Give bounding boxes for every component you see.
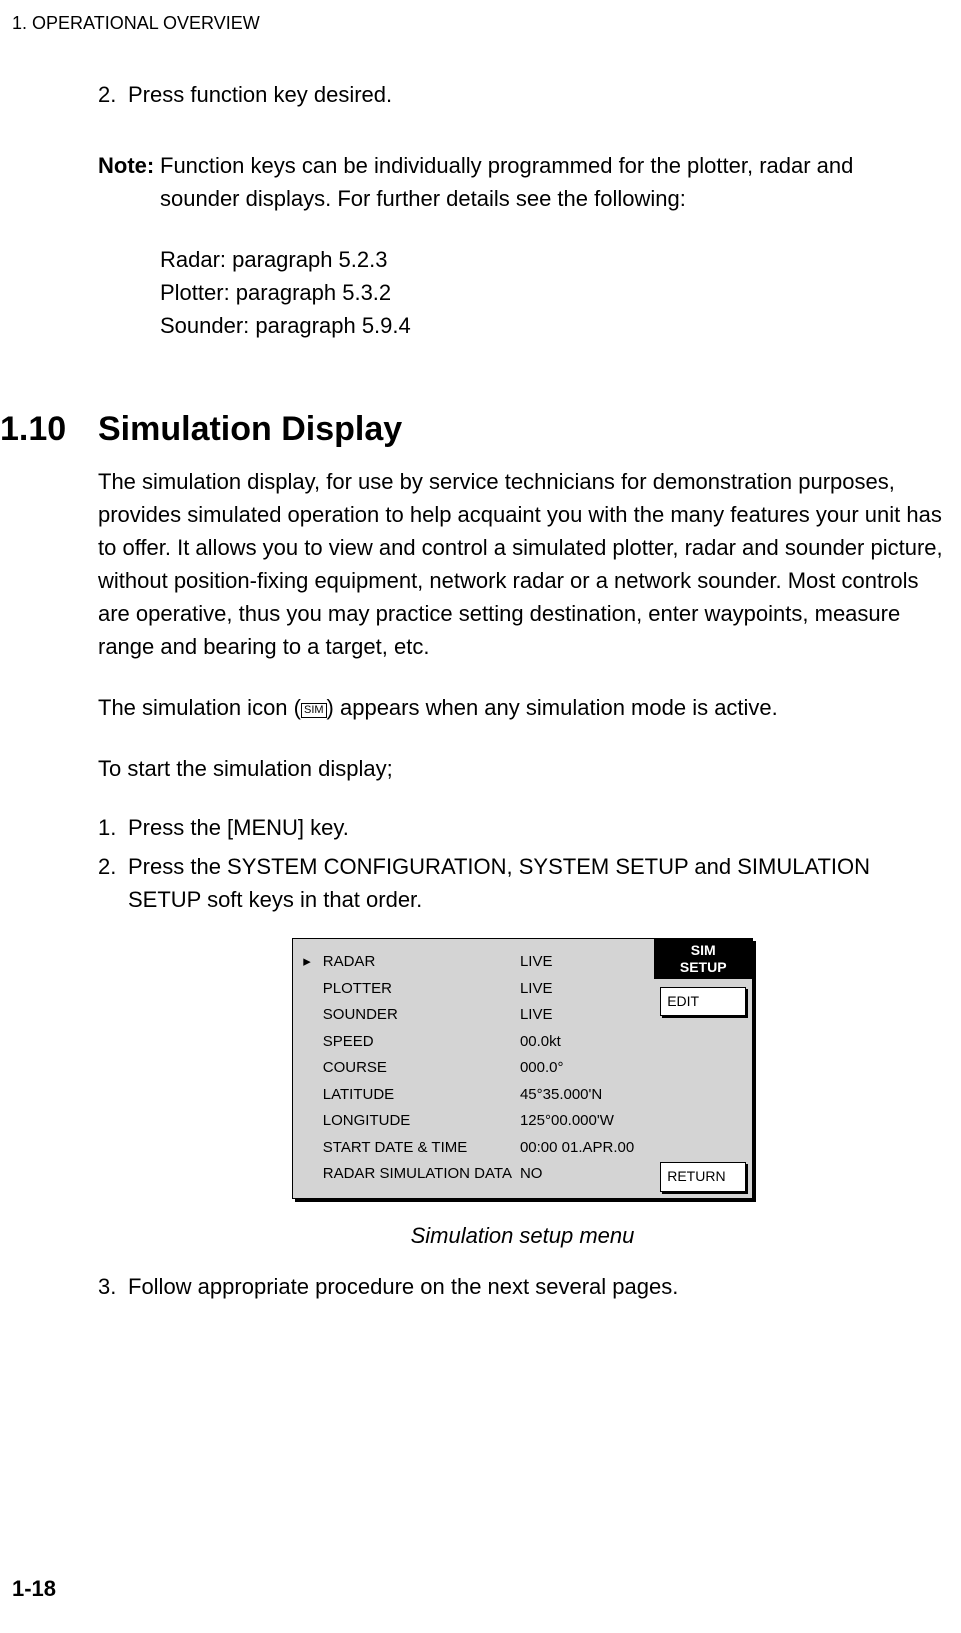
cursor-icon: ▸ — [301, 949, 311, 976]
step-2-prior: 2. Press function key desired. — [98, 78, 947, 111]
section-heading: 1.10 Simulation Display — [0, 404, 947, 455]
menu-value: LIVE — [520, 949, 642, 976]
menu-value: 45°35.000'N — [520, 1082, 642, 1109]
section-paragraph-1: The simulation display, for use by servi… — [98, 465, 947, 663]
step-text: Press function key desired. — [128, 78, 392, 111]
menu-row-radar-sim-data[interactable]: RADAR SIMULATION DATA NO — [301, 1161, 642, 1188]
menu-value: 00.0kt — [520, 1029, 642, 1056]
menu-label: RADAR SIMULATION DATA — [311, 1161, 520, 1188]
menu-label: COURSE — [311, 1055, 520, 1082]
menu-label: SPEED — [311, 1029, 520, 1056]
step-text: Follow appropriate procedure on the next… — [128, 1270, 678, 1303]
menu-value: NO — [520, 1161, 642, 1188]
step-number: 2. — [98, 78, 128, 111]
menu-value: 000.0° — [520, 1055, 642, 1082]
p2-a: The simulation icon ( — [98, 695, 301, 720]
page-header: 1. OPERATIONAL OVERVIEW — [12, 10, 260, 37]
step-number: 3. — [98, 1270, 128, 1303]
note-label: Note: — [98, 149, 160, 215]
return-softkey[interactable]: RETURN — [660, 1162, 746, 1191]
section-paragraph-2: The simulation icon (SIM) appears when a… — [98, 691, 947, 724]
menu-row-radar[interactable]: ▸ RADAR LIVE — [301, 949, 642, 976]
menu-value: 00:00 01.APR.00 — [520, 1135, 642, 1162]
softkey-panel: SIMSETUP EDIT RETURN — [654, 939, 752, 1198]
page-number: 1-18 — [12, 1572, 56, 1605]
simulation-setup-figure: ▸ RADAR LIVE PLOTTER LIVE SOUNDER LIVE — [98, 938, 947, 1199]
step-3: 3. Follow appropriate procedure on the n… — [98, 1270, 947, 1303]
step-number: 2. — [98, 850, 128, 916]
figure-caption: Simulation setup menu — [98, 1219, 947, 1252]
menu-list-panel: ▸ RADAR LIVE PLOTTER LIVE SOUNDER LIVE — [293, 939, 654, 1198]
menu-label: RADAR — [311, 949, 520, 976]
note-line1: Function keys can be individually progra… — [160, 149, 947, 182]
step-1: 1. Press the [MENU] key. — [98, 811, 947, 844]
menu-label: START DATE & TIME — [311, 1135, 520, 1162]
menu-value: LIVE — [520, 976, 642, 1003]
menu-row-course[interactable]: COURSE 000.0° — [301, 1055, 642, 1082]
note-ref-radar: Radar: paragraph 5.2.3 — [160, 243, 947, 276]
softkey-title: SIMSETUP — [654, 939, 752, 979]
menu-row-start-date-time[interactable]: START DATE & TIME 00:00 01.APR.00 — [301, 1135, 642, 1162]
section-title: Simulation Display — [98, 404, 402, 455]
sim-icon: SIM — [301, 703, 327, 718]
step-text: Press the [MENU] key. — [128, 811, 349, 844]
p2-b: ) appears when any simulation mode is ac… — [327, 695, 778, 720]
note-line2: sounder displays. For further details se… — [160, 182, 947, 215]
menu-value: 125°00.000'W — [520, 1108, 642, 1135]
section-number: 1.10 — [0, 404, 98, 455]
edit-softkey[interactable]: EDIT — [660, 987, 746, 1016]
menu-row-plotter[interactable]: PLOTTER LIVE — [301, 976, 642, 1003]
step-number: 1. — [98, 811, 128, 844]
menu-row-speed[interactable]: SPEED 00.0kt — [301, 1029, 642, 1056]
note-block: Note: Function keys can be individually … — [98, 149, 947, 342]
menu-row-sounder[interactable]: SOUNDER LIVE — [301, 1002, 642, 1029]
menu-table: ▸ RADAR LIVE PLOTTER LIVE SOUNDER LIVE — [301, 949, 642, 1188]
menu-row-latitude[interactable]: LATITUDE 45°35.000'N — [301, 1082, 642, 1109]
menu-label: LATITUDE — [311, 1082, 520, 1109]
menu-label: SOUNDER — [311, 1002, 520, 1029]
note-ref-sounder: Sounder: paragraph 5.9.4 — [160, 309, 947, 342]
step-text: Press the SYSTEM CONFIGURATION, SYSTEM S… — [128, 850, 947, 916]
menu-label: PLOTTER — [311, 976, 520, 1003]
step-2: 2. Press the SYSTEM CONFIGURATION, SYSTE… — [98, 850, 947, 916]
menu-label: LONGITUDE — [311, 1108, 520, 1135]
menu-value: LIVE — [520, 1002, 642, 1029]
menu-row-longitude[interactable]: LONGITUDE 125°00.000'W — [301, 1108, 642, 1135]
note-ref-plotter: Plotter: paragraph 5.3.2 — [160, 276, 947, 309]
section-paragraph-3: To start the simulation display; — [98, 752, 947, 785]
